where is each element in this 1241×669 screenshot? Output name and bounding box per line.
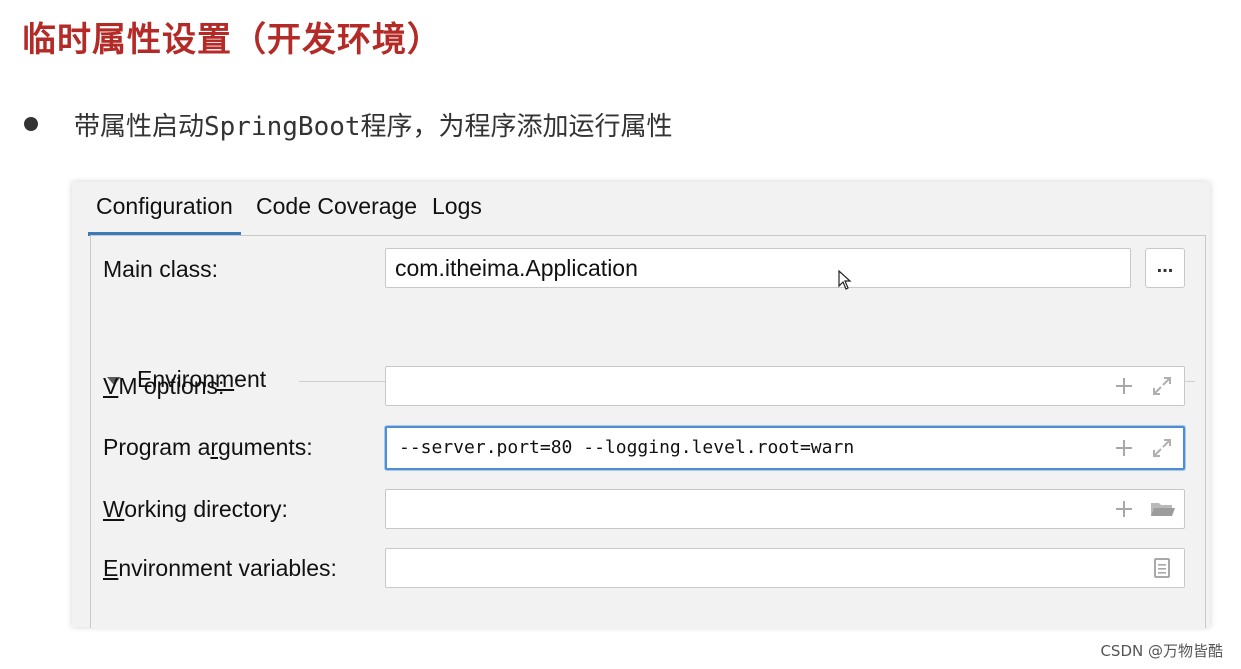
plus-icon[interactable] — [1114, 438, 1134, 458]
expand-icon[interactable] — [1152, 376, 1172, 396]
environment-variables-field[interactable] — [385, 548, 1185, 588]
bullet-text: 带属性启动SpringBoot程序，为程序添加运行属性 — [74, 111, 673, 142]
browse-main-class-button[interactable]: ... — [1145, 248, 1185, 288]
environment-variables-label: Environment variables: — [103, 555, 337, 581]
plus-icon[interactable] — [1114, 376, 1134, 396]
document-icon[interactable] — [1152, 558, 1172, 578]
program-arguments-value: --server.port=80 --logging.level.root=wa… — [399, 437, 855, 458]
slide-title: 临时属性设置（开发环境） — [22, 20, 442, 60]
vm-options-field[interactable] — [385, 366, 1185, 406]
tab-logs[interactable]: Logs — [432, 182, 482, 232]
watermark: CSDN @万物皆酷 — [1100, 642, 1223, 660]
tab-code-coverage[interactable]: Code Coverage — [256, 182, 417, 232]
working-directory-label: Working directory: — [103, 496, 288, 522]
bullet-item: 带属性启动SpringBoot程序，为程序添加运行属性 — [24, 104, 673, 144]
program-arguments-field[interactable]: --server.port=80 --logging.level.root=wa… — [385, 426, 1185, 470]
main-class-value: com.itheima.Application — [395, 255, 638, 281]
tab-bar: Configuration Code Coverage Logs — [72, 182, 1210, 236]
vm-options-label: VM options: — [103, 373, 225, 399]
mouse-cursor-icon — [838, 270, 852, 290]
working-directory-field[interactable] — [385, 489, 1185, 529]
expand-icon[interactable] — [1152, 438, 1172, 458]
bullet-dot — [24, 117, 38, 131]
plus-icon[interactable] — [1114, 499, 1134, 519]
main-class-field[interactable]: com.itheima.Application — [385, 248, 1131, 288]
configuration-panel: Main class: com.itheima.Application ... … — [90, 235, 1206, 628]
program-arguments-label: Program arguments: — [103, 434, 313, 460]
folder-icon[interactable] — [1150, 499, 1176, 519]
run-configuration-dialog: Configuration Code Coverage Logs Main cl… — [72, 182, 1210, 628]
main-class-label: Main class: — [103, 256, 219, 282]
tab-configuration[interactable]: Configuration — [88, 182, 241, 236]
